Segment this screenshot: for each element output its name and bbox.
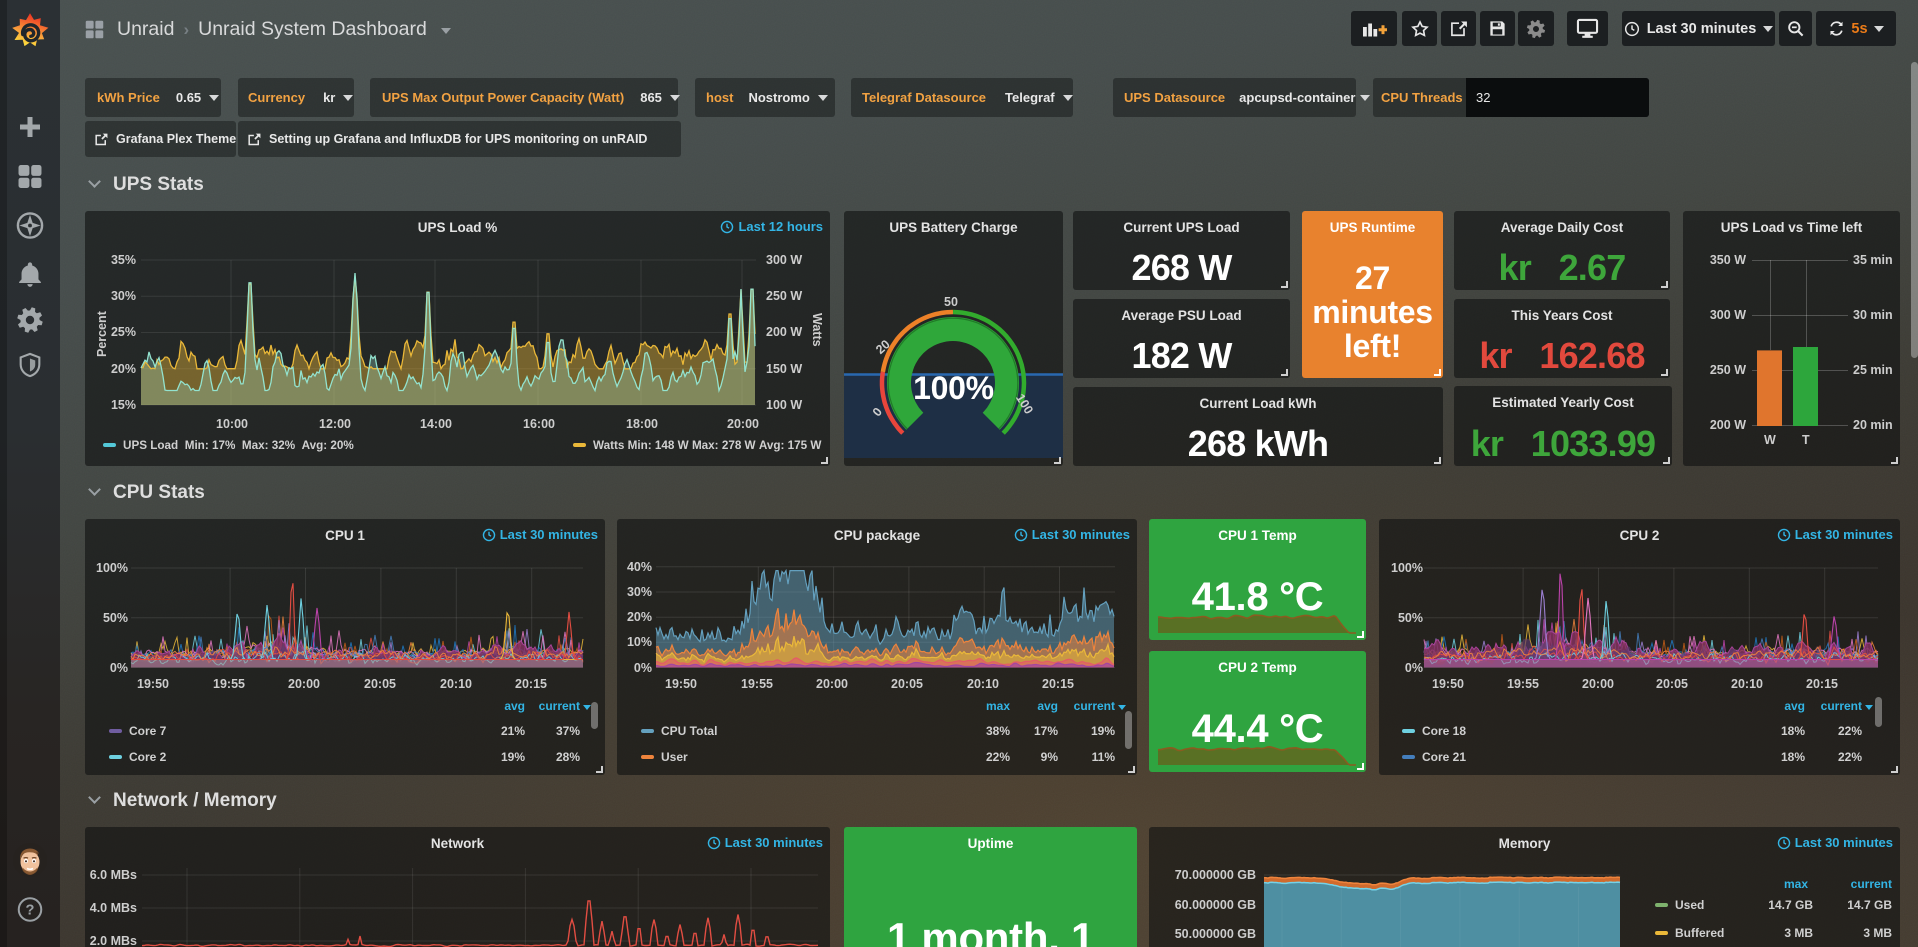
svg-text:?: ? [26, 903, 35, 919]
